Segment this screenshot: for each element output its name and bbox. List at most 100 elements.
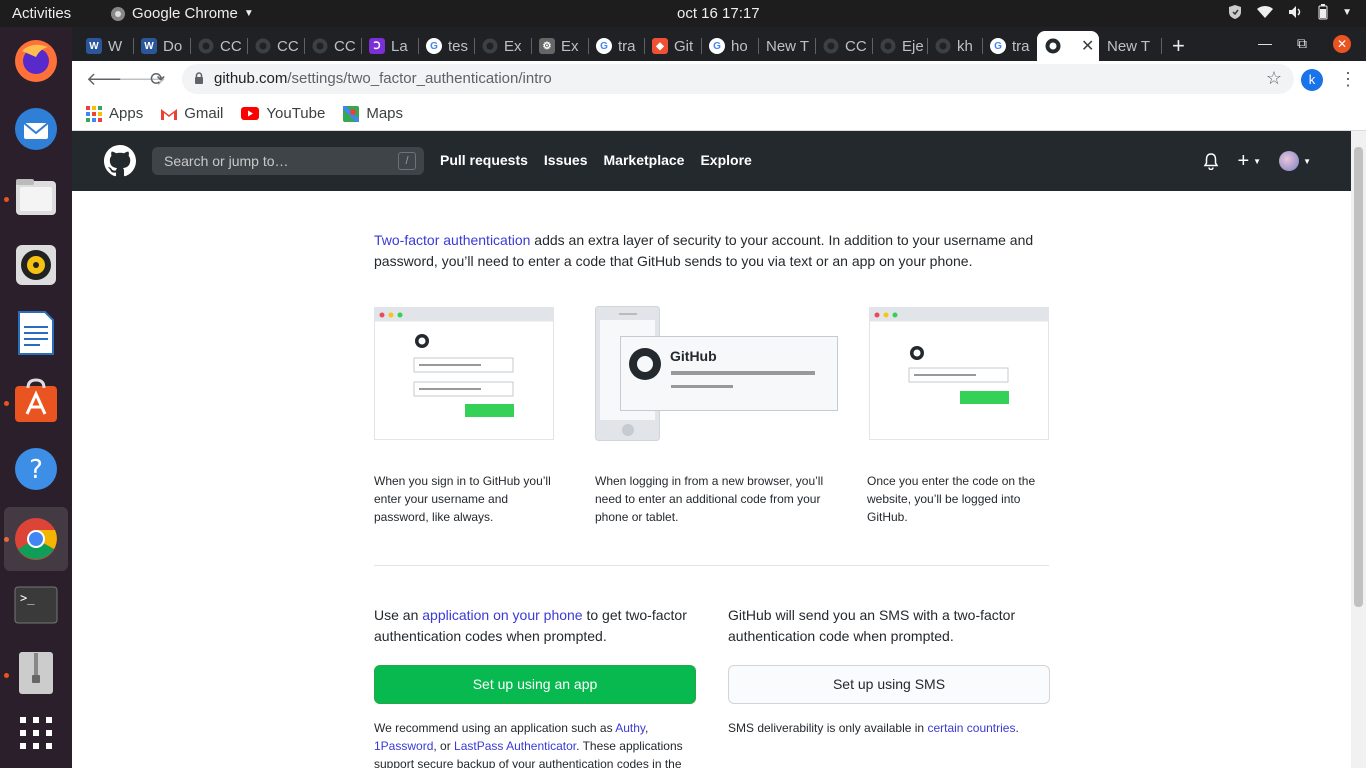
nav-marketplace[interactable]: Marketplace	[604, 152, 685, 168]
firefox-launcher[interactable]	[10, 35, 62, 87]
archive-launcher[interactable]	[10, 647, 62, 699]
libreoffice-writer-icon	[18, 311, 54, 355]
authy-link[interactable]: Authy	[615, 721, 645, 735]
browser-tab[interactable]: CC	[190, 31, 247, 61]
github-logo-icon[interactable]	[104, 145, 136, 177]
browser-tab[interactable]: CC	[304, 31, 361, 61]
sms-note-suffix: .	[1015, 721, 1019, 735]
app-recommendation-note: We recommend using an application such a…	[374, 719, 696, 768]
scrollbar-thumb[interactable]	[1354, 147, 1363, 607]
browser-tab[interactable]: Ex	[474, 31, 531, 61]
setup-app-button[interactable]: Set up using an app	[374, 665, 696, 704]
app-icon: Ↄ	[369, 38, 385, 54]
search-input[interactable]: Search or jump to… /	[152, 147, 424, 175]
writer-launcher[interactable]	[10, 307, 62, 359]
bookmark-maps[interactable]: Maps	[343, 105, 403, 122]
bookmark-youtube[interactable]: YouTube	[241, 105, 325, 122]
step-2-caption: When logging in from a new browser, you’…	[595, 474, 824, 524]
phone-application-link[interactable]: application on your phone	[422, 607, 582, 623]
rhythmbox-launcher[interactable]	[10, 239, 62, 291]
bookmark-apps[interactable]: Apps	[86, 105, 143, 122]
chrome-app-icon	[111, 6, 125, 21]
browser-tab[interactable]: Eje	[872, 31, 927, 61]
user-menu-dropdown[interactable]: ▼	[1279, 151, 1311, 171]
address-bar[interactable]: github.com/settings/two_factor_authentic…	[182, 64, 1294, 94]
sms-note-prefix: SMS deliverability is only available in	[728, 721, 928, 735]
tab-title: tra	[1012, 37, 1030, 55]
google-icon: G	[990, 38, 1006, 54]
tab-title: New T	[1107, 37, 1151, 55]
page-scrollbar[interactable]	[1351, 131, 1366, 768]
nav-issues[interactable]: Issues	[544, 152, 588, 168]
app-menu-label: Google Chrome	[132, 5, 238, 22]
close-tab-icon[interactable]: ✕	[1081, 36, 1094, 56]
running-indicator	[4, 197, 9, 202]
window-close-button[interactable]: ✕	[1333, 35, 1351, 53]
step-1-caption: When you sign in to GitHub you’ll enter …	[374, 474, 551, 524]
ubuntu-dock: ? >_	[0, 27, 72, 768]
tab-title: tra	[618, 37, 636, 55]
kebab-menu-icon[interactable]: ⋮	[1339, 69, 1357, 90]
reload-button[interactable]: ⟳	[150, 69, 165, 90]
setup-sms-button[interactable]: Set up using SMS	[728, 665, 1050, 704]
browser-tab[interactable]: CC	[247, 31, 304, 61]
terminal-icon: >_	[14, 586, 58, 624]
create-new-dropdown[interactable]: + ▼	[1237, 151, 1261, 171]
search-placeholder: Search or jump to…	[164, 153, 289, 169]
section-divider	[374, 565, 1049, 566]
system-tray[interactable]: ▼	[1228, 4, 1352, 20]
browser-tab[interactable]: WW	[78, 31, 133, 61]
files-launcher[interactable]	[10, 171, 62, 223]
browser-tab[interactable]: New T	[1099, 31, 1161, 61]
github-icon	[482, 38, 498, 54]
bookmark-star-icon[interactable]: ☆	[1266, 68, 1282, 89]
profile-avatar[interactable]: k	[1301, 69, 1323, 91]
help-icon: ?	[15, 448, 57, 490]
nav-explore[interactable]: Explore	[700, 152, 751, 168]
1password-link[interactable]: 1Password	[374, 739, 433, 753]
bell-icon[interactable]	[1203, 152, 1219, 170]
browser-tab[interactable]: CC	[815, 31, 872, 61]
browser-tab[interactable]: W Do	[133, 31, 190, 61]
terminal-launcher[interactable]: >_	[10, 579, 62, 631]
two-factor-docs-link[interactable]: Two-factor authentication	[374, 232, 530, 248]
tab-title: New T	[766, 37, 810, 55]
app-menu[interactable]: Google Chrome ▼	[110, 5, 254, 22]
nav-pull-requests[interactable]: Pull requests	[440, 152, 528, 168]
lastpass-authenticator-link[interactable]: LastPass Authenticator	[454, 739, 576, 753]
show-applications-button[interactable]	[10, 707, 62, 759]
bookmark-gmail[interactable]: Gmail	[161, 105, 223, 122]
svg-text:?: ?	[29, 455, 43, 485]
help-launcher[interactable]: ?	[10, 443, 62, 495]
browser-tab[interactable]: kh	[927, 31, 982, 61]
github-icon	[198, 38, 214, 54]
restore-button[interactable]: ⧉	[1297, 35, 1307, 52]
gmail-icon	[161, 108, 178, 120]
chrome-launcher[interactable]	[4, 507, 68, 571]
url-path: /settings/two_factor_authentication/intr…	[287, 70, 552, 87]
apps-grid-icon	[86, 105, 102, 122]
logged-in-illustration	[869, 307, 1049, 440]
browser-tab[interactable]: ⚙ Ex	[531, 31, 588, 61]
minimize-button[interactable]: —	[1258, 35, 1272, 51]
google-icon: G	[426, 38, 442, 54]
browser-tab[interactable]: ◆ Git	[644, 31, 701, 61]
apps-grid-icon	[20, 717, 52, 749]
browser-tab[interactable]: Gtes	[418, 31, 474, 61]
browser-tab[interactable]: Gtra	[588, 31, 644, 61]
tab-title: La	[391, 37, 408, 55]
tab-title: CC	[334, 37, 356, 55]
browser-tab[interactable]: Ↄ La	[361, 31, 418, 61]
thunderbird-launcher[interactable]	[10, 103, 62, 155]
certain-countries-link[interactable]: certain countries	[927, 721, 1015, 735]
software-launcher[interactable]	[10, 375, 62, 427]
intro-paragraph: Two-factor authentication adds an extra …	[374, 230, 1049, 272]
lock-icon	[195, 72, 203, 84]
activities-button[interactable]: Activities	[12, 5, 71, 22]
new-tab-button[interactable]: +	[1172, 33, 1185, 59]
browser-tab[interactable]: Gho	[701, 31, 758, 61]
browser-tab[interactable]: New T	[758, 31, 815, 61]
github-icon	[312, 38, 328, 54]
browser-tab[interactable]: Gtra	[982, 31, 1037, 61]
clock[interactable]: oct 16 17:17	[677, 5, 760, 22]
